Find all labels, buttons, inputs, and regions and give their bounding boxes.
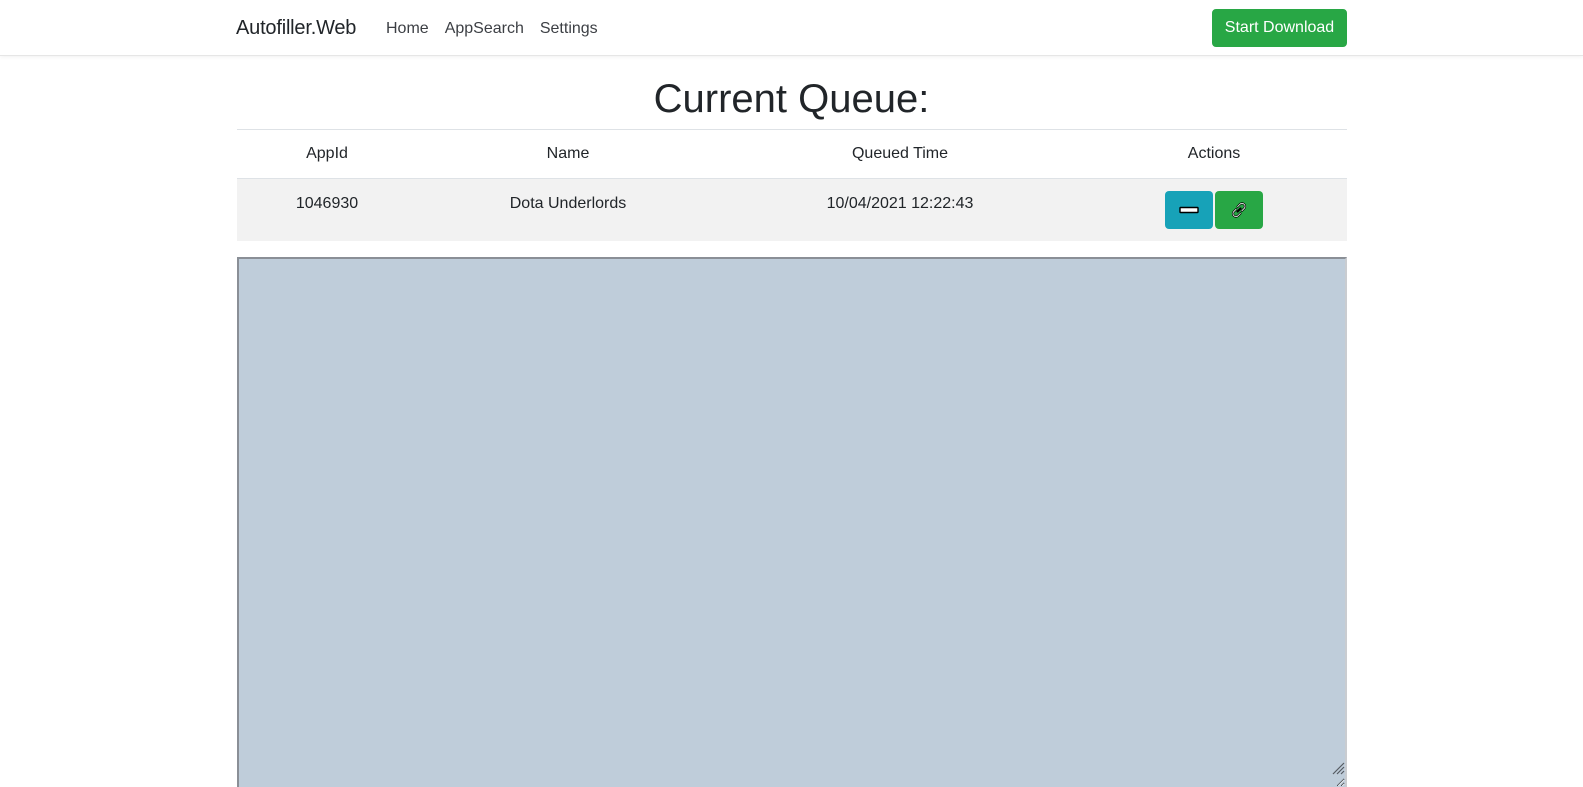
- nav-links: Home AppSearch Settings: [386, 18, 606, 40]
- cell-actions: [1081, 178, 1347, 241]
- header-name: Name: [417, 129, 719, 179]
- header-appid: AppId: [237, 129, 417, 179]
- table-row: 1046930 Dota Underlords 10/04/2021 12:22…: [237, 178, 1347, 241]
- nav-link-settings[interactable]: Settings: [532, 18, 606, 40]
- queue-table: AppId Name Queued Time Actions 1046930 D…: [237, 129, 1347, 241]
- nav-link-appsearch[interactable]: AppSearch: [437, 18, 532, 40]
- table-header-row: AppId Name Queued Time Actions: [237, 129, 1347, 179]
- brand-link[interactable]: Autofiller.Web: [236, 16, 356, 40]
- cell-queued-time: 10/04/2021 12:22:43: [719, 178, 1081, 241]
- minus-icon: [1179, 206, 1199, 214]
- cell-name: Dota Underlords: [417, 178, 719, 241]
- header-queued-time: Queued Time: [719, 129, 1081, 179]
- link-icon: [1231, 202, 1247, 218]
- top-navbar: Autofiller.Web Home AppSearch Settings S…: [0, 0, 1583, 56]
- download-log-textarea[interactable]: [237, 257, 1347, 787]
- start-download-button[interactable]: Start Download: [1212, 9, 1347, 47]
- resize-grip-icon[interactable]: [1331, 761, 1345, 775]
- header-actions: Actions: [1081, 129, 1347, 179]
- cell-appid: 1046930: [237, 178, 417, 241]
- nav-link-home[interactable]: Home: [386, 18, 437, 40]
- page-title: Current Queue:: [653, 77, 930, 121]
- open-link-button[interactable]: [1215, 191, 1263, 229]
- remove-from-queue-button[interactable]: [1165, 191, 1213, 229]
